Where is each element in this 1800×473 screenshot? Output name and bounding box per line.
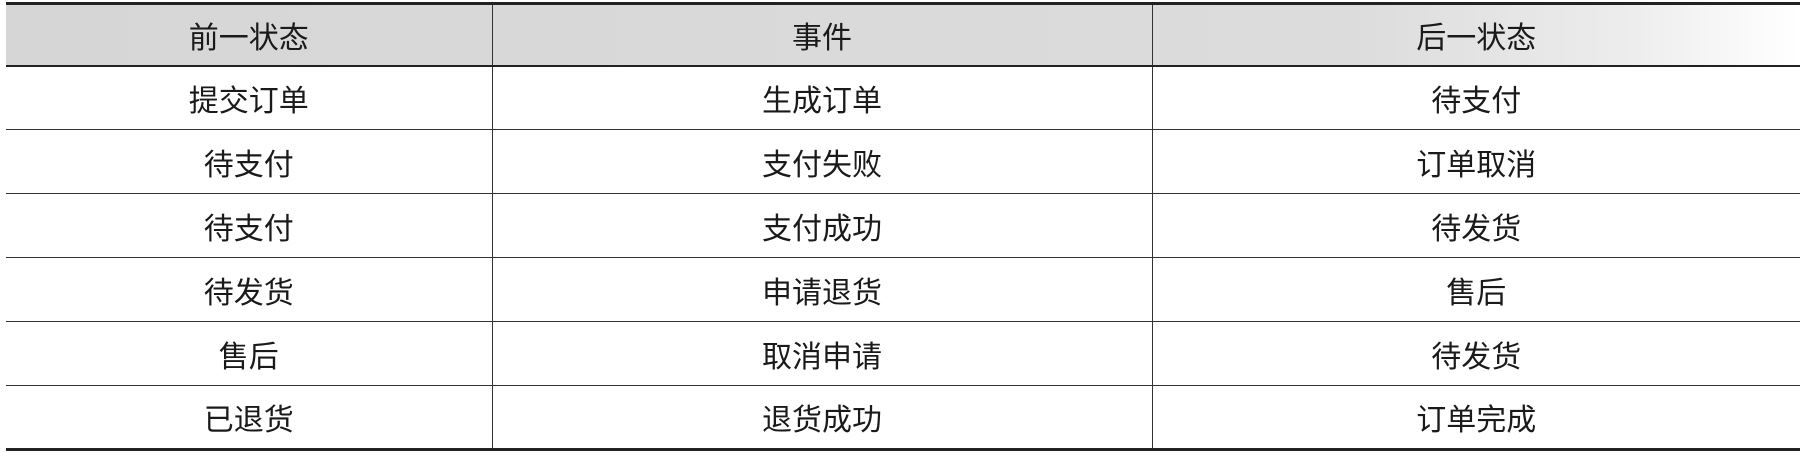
table-row: 已退货 退货成功 订单完成	[6, 385, 1800, 451]
cell-event: 取消申请	[491, 321, 1152, 386]
table-header-row: 前一状态 事件 后一状态	[6, 2, 1800, 67]
cell-previous-state: 待支付	[6, 129, 492, 194]
cell-previous-state: 提交订单	[6, 65, 492, 130]
cell-next-state: 待支付	[1151, 65, 1800, 130]
cell-event: 支付失败	[491, 129, 1152, 194]
table-row: 待支付 支付失败 订单取消	[6, 129, 1800, 194]
cell-previous-state: 已退货	[6, 385, 492, 451]
cell-event: 支付成功	[491, 193, 1152, 258]
table-row: 待发货 申请退货 售后	[6, 257, 1800, 322]
cell-event: 退货成功	[491, 385, 1152, 451]
table-row: 提交订单 生成订单 待支付	[6, 65, 1800, 130]
header-next-state: 后一状态	[1151, 2, 1800, 67]
table-row: 待支付 支付成功 待发货	[6, 193, 1800, 258]
cell-previous-state: 售后	[6, 321, 492, 386]
cell-event: 申请退货	[491, 257, 1152, 322]
header-previous-state: 前一状态	[6, 2, 492, 67]
cell-next-state: 订单取消	[1151, 129, 1800, 194]
state-transition-table-container: 前一状态 事件 后一状态 提交订单 生成订单 待支付 待支付 支付失败 订单取消…	[6, 2, 1800, 451]
table-row: 售后 取消申请 待发货	[6, 321, 1800, 386]
cell-next-state: 售后	[1151, 257, 1800, 322]
cell-previous-state: 待支付	[6, 193, 492, 258]
cell-next-state: 待发货	[1151, 321, 1800, 386]
cell-next-state: 订单完成	[1151, 385, 1800, 451]
cell-next-state: 待发货	[1151, 193, 1800, 258]
state-transition-table: 前一状态 事件 后一状态 提交订单 生成订单 待支付 待支付 支付失败 订单取消…	[6, 2, 1800, 451]
header-event: 事件	[491, 2, 1152, 67]
cell-previous-state: 待发货	[6, 257, 492, 322]
cell-event: 生成订单	[491, 65, 1152, 130]
